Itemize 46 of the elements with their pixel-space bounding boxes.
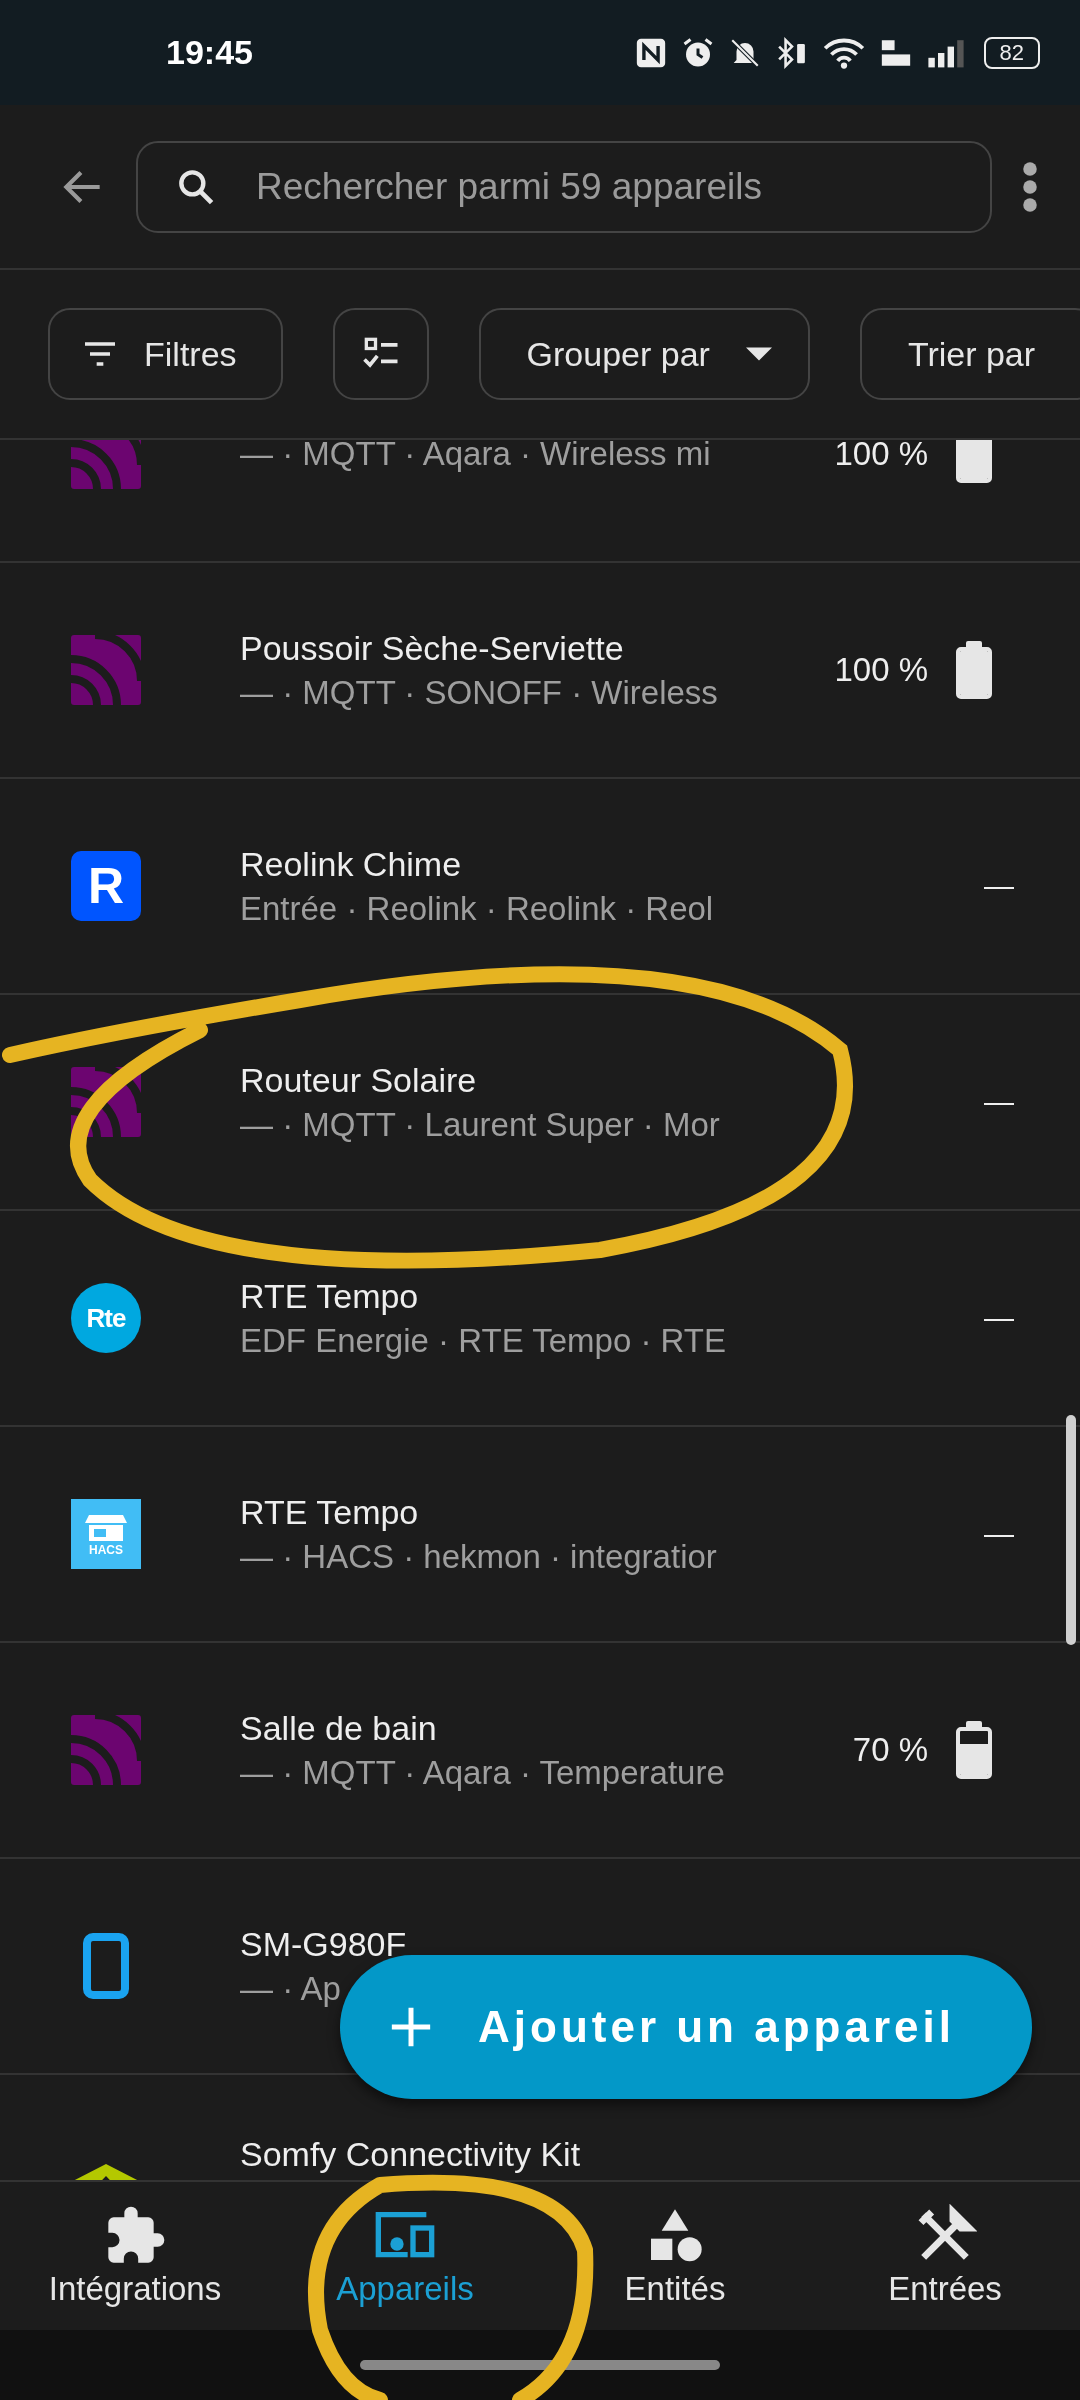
device-name: RTE Tempo (240, 1492, 420, 1532)
device-name: Salle de bain (240, 1708, 438, 1748)
battery-icon (956, 440, 992, 483)
store-logo: HACS (71, 1499, 141, 1569)
select-mode-chip[interactable] (332, 308, 429, 400)
filter-chip[interactable]: Filtres (48, 308, 283, 400)
device-details: — · Ap (240, 1969, 342, 2008)
no-battery-dash: — (984, 1301, 1014, 1335)
nav-tab[interactable]: Appareils (270, 2182, 540, 2330)
battery-level: 70 % (852, 1731, 928, 1769)
phone-icon (83, 1933, 129, 1999)
device-name: Poussoir Sèche-Serviette (240, 628, 625, 668)
nav-tab[interactable]: Intégrations (0, 2182, 270, 2330)
no-battery-dash: — (984, 869, 1014, 903)
battery-level: 100 % (834, 651, 928, 689)
sort-by-chip[interactable]: Trier par (859, 308, 1080, 400)
search-field[interactable]: Rechercher parmi 59 appareils (136, 140, 992, 233)
battery-icon (956, 1721, 992, 1779)
device-details: EDF Energie · RTE Tempo · RTE (240, 1321, 727, 1360)
group-by-chip[interactable]: Grouper par (478, 308, 810, 400)
device-name: RTE Tempo (240, 1276, 420, 1316)
mqtt-icon (71, 1715, 141, 1785)
nav-tab[interactable]: Entités (540, 2182, 810, 2330)
caret-icon (745, 347, 772, 361)
app-logo: Rte (71, 1283, 141, 1353)
device-name: Somfy Connectivity Kit (240, 2135, 582, 2174)
app-logo: R (71, 851, 141, 921)
mqtt-icon (71, 635, 141, 705)
device-details: — · HACS · hekmon · integratior (240, 1537, 718, 1576)
device-details: Entrée · Reolink · Reolink · Reol (240, 889, 715, 928)
battery-icon (956, 641, 992, 699)
mqtt-icon (71, 440, 141, 489)
device-details: — · MQTT · Laurent Super · Mor (240, 1105, 721, 1144)
device-name: Routeur Solaire (240, 1060, 478, 1100)
device-details: — · MQTT · SONOFF · Wireless (240, 673, 719, 712)
nav-tab[interactable]: Entrées (810, 2182, 1080, 2330)
more-menu-icon[interactable] (1020, 159, 1040, 214)
scrollbar[interactable] (1066, 1415, 1076, 1645)
no-battery-dash: — (984, 1517, 1014, 1551)
battery-indicator: 82 (983, 36, 1040, 69)
device-details: — · MQTT · Aqara · Wireless mi (240, 440, 712, 473)
battery-level: 100 % (834, 440, 928, 473)
device-details: — · MQTT · Aqara · Temperature (240, 1753, 726, 1792)
status-time: 19:45 (166, 33, 253, 72)
device-name: Reolink Chime (240, 844, 463, 884)
no-battery-dash: — (984, 1085, 1014, 1119)
